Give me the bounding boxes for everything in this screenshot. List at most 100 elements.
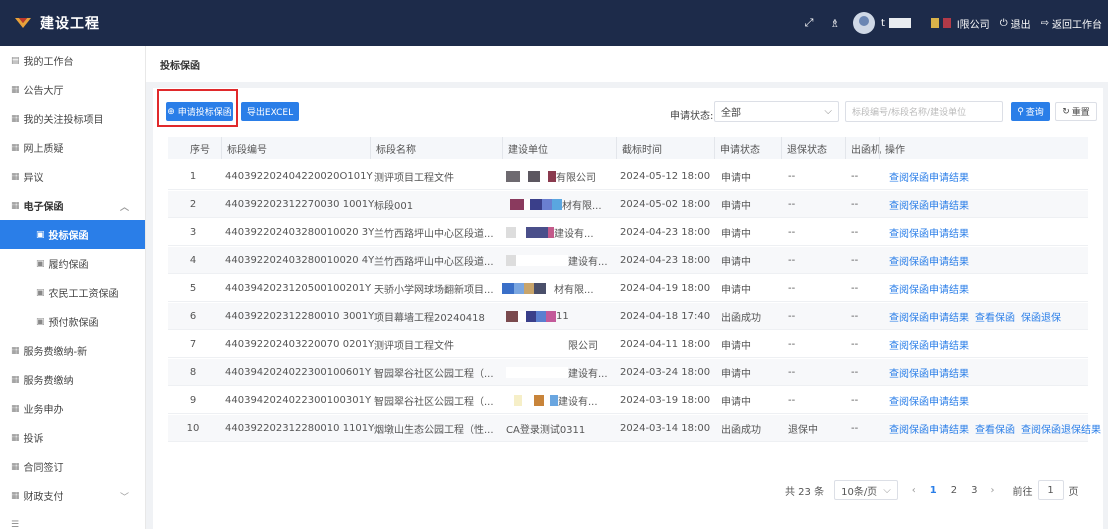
goto-page-input[interactable]: 1 xyxy=(1037,480,1064,500)
sidebar: ▤ 我的工作台 ▦ 公告大厅 ▦ 我的关注投标项目 ▦ 网上质疑 ▦ 异议 ▦ 电子保函 ︿ … xyxy=(0,46,146,529)
reset-button[interactable]: ↻ 重置 xyxy=(1055,102,1097,121)
refresh-icon: ↻ xyxy=(1062,106,1070,117)
masked-unit: 建设有... xyxy=(514,387,598,414)
status-filter-label: 申请状态: xyxy=(670,111,714,122)
table-row: 3 440392202403280010020 3Y 兰竹西路坪山中心区段道..… xyxy=(168,219,1088,246)
table-row: 7 440392202403220070 0201Y 测评项目工程文件 限公司 … xyxy=(168,331,1088,358)
sidebar-item-service-fee-new[interactable]: ▦ 服务费缴纳-新 xyxy=(0,336,145,365)
document-icon: ▣ xyxy=(36,287,45,298)
chevron-down-icon: ﹀ xyxy=(119,493,129,503)
grid-icon: ▦ xyxy=(11,374,20,385)
masked-unit: 限公司 xyxy=(506,331,598,358)
sidebar-item-wage-guarantee[interactable]: ▣ 农民工工资保函 xyxy=(0,278,145,307)
sidebar-item-performance-guarantee[interactable]: ▣ 履约保函 xyxy=(0,249,145,278)
table-row: 4 440392202403280010020 4Y 兰竹西路坪山中心区段道..… xyxy=(168,247,1088,274)
page-size-select[interactable]: 10条/页 ⌵ xyxy=(834,480,898,500)
redacted-block xyxy=(506,227,516,238)
plus-circle-icon: ⊕ xyxy=(167,106,175,117)
header-code: 标段编号 xyxy=(221,137,267,159)
redacted-block xyxy=(552,199,562,210)
chevron-up-icon: ︿ xyxy=(119,203,129,213)
view-result-link[interactable]: 查阅保函申请结果 xyxy=(889,225,969,240)
page-2[interactable]: 2 xyxy=(951,485,957,496)
grid-icon: ▦ xyxy=(11,403,20,414)
status-select[interactable]: 全部 ⌵ xyxy=(714,101,839,122)
sidebar-item-online-query[interactable]: ▦ 网上质疑 xyxy=(0,133,145,162)
header-name: 标段名称 xyxy=(370,137,416,159)
export-excel-button[interactable]: 导出EXCEL xyxy=(241,102,299,121)
redacted-block xyxy=(534,283,546,294)
redacted-block xyxy=(518,311,526,322)
grid-icon: ▦ xyxy=(11,113,20,124)
view-result-link[interactable]: 查阅保函申请结果 xyxy=(889,309,969,324)
refund-guarantee-link[interactable]: 保函退保 xyxy=(1021,309,1061,324)
view-guarantee-link[interactable]: 查看保函 xyxy=(975,421,1015,436)
sidebar-item-service-fee[interactable]: ▦ 服务费缴纳 xyxy=(0,365,145,394)
grid-icon: ▦ xyxy=(11,345,20,356)
sidebar-item-payment[interactable]: ▦ 财政支付 ﹀ xyxy=(0,481,145,510)
sidebar-item-followed-projects[interactable]: ▦ 我的关注投标项目 xyxy=(0,104,145,133)
view-result-link[interactable]: 查阅保函申请结果 xyxy=(889,421,969,436)
redacted-block xyxy=(506,255,516,266)
view-result-link[interactable]: 查阅保函申请结果 xyxy=(889,281,969,296)
sidebar-item-contract[interactable]: ▦ 合同签订 xyxy=(0,452,145,481)
view-guarantee-link[interactable]: 查看保函 xyxy=(975,309,1015,324)
page-3[interactable]: 3 xyxy=(971,485,977,496)
view-result-link[interactable]: 查阅保函申请结果 xyxy=(889,365,969,380)
redacted-block xyxy=(942,18,951,28)
table-row: 2 440392202312270030 1001Y 标段001 材有限... … xyxy=(168,191,1088,218)
redacted-block xyxy=(522,395,534,406)
view-result-link[interactable]: 查阅保函申请结果 xyxy=(889,393,969,408)
grid-icon: ▦ xyxy=(11,84,20,95)
logout-button[interactable]: ⏻ 退出 xyxy=(1000,16,1031,31)
table-row: 8 4403942024022300100601Y 智园翠谷社区公园工程（...… xyxy=(168,359,1088,386)
view-result-link[interactable]: 查阅保函申请结果 xyxy=(889,197,969,212)
redacted-block xyxy=(546,283,554,294)
search-input[interactable]: 标段编号/标段名称/建设单位 xyxy=(845,101,1003,122)
redacted-block xyxy=(506,367,568,378)
collapse-icon: ☰ xyxy=(11,519,20,529)
menu-icon: ▤ xyxy=(11,55,20,66)
redacted-block xyxy=(548,171,556,182)
sidebar-item-complaint[interactable]: ▦ 投诉 xyxy=(0,423,145,452)
return-workbench-button[interactable]: ⇨ 返回工作台 xyxy=(1041,16,1102,31)
notification-icon[interactable]: ♗ xyxy=(827,15,843,31)
masked-unit: 建设有... xyxy=(506,219,594,246)
header-apply-status: 申请状态 xyxy=(714,137,760,159)
page-title: 投标保函 xyxy=(160,60,200,72)
sidebar-item-announcement[interactable]: ▦ 公告大厅 xyxy=(0,75,145,104)
next-page-icon[interactable]: › xyxy=(991,485,995,496)
view-result-link[interactable]: 查阅保函申请结果 xyxy=(889,337,969,352)
search-icon: ⚲ xyxy=(1017,106,1024,117)
grid-icon: ▦ xyxy=(11,171,20,182)
view-result-link[interactable]: 查阅保函申请结果 xyxy=(889,169,969,184)
document-icon: ▣ xyxy=(36,258,45,269)
redacted-block xyxy=(534,395,544,406)
redacted-block xyxy=(888,18,911,28)
sidebar-item-workbench[interactable]: ▤ 我的工作台 xyxy=(0,46,145,75)
avatar[interactable] xyxy=(852,12,875,34)
page-1[interactable]: 1 xyxy=(930,485,937,496)
logout-label: 退出 xyxy=(1010,19,1031,31)
redacted-block xyxy=(510,199,524,210)
power-icon: ⏻ xyxy=(999,17,1008,29)
fullscreen-icon[interactable]: ⤢ xyxy=(801,15,817,31)
redacted-block xyxy=(530,199,542,210)
table-header: 序号 标段编号 标段名称 建设单位 截标时间 申请状态 退保状态 出函机 操作 xyxy=(168,137,1088,159)
view-refund-result-link[interactable]: 查阅保函退保结果 xyxy=(1021,421,1101,436)
sidebar-item-advance-guarantee[interactable]: ▣ 预付款保函 xyxy=(0,307,145,336)
sidebar-item-business[interactable]: ▦ 业务申办 xyxy=(0,394,145,423)
sidebar-item-objection[interactable]: ▦ 异议 xyxy=(0,162,145,191)
return-label: 返回工作台 xyxy=(1052,19,1102,31)
logo-icon xyxy=(15,18,31,28)
breadcrumb: 投标保函 xyxy=(146,46,1108,82)
apply-guarantee-button[interactable]: ⊕ 申请投标保函 xyxy=(166,102,233,121)
document-icon: ▣ xyxy=(36,316,45,327)
sidebar-item-bid-guarantee[interactable]: ▣ 投标保函 xyxy=(0,220,145,249)
collapse-menu-toggle[interactable]: ☰ xyxy=(0,510,145,529)
query-button[interactable]: ⚲ 查询 xyxy=(1011,102,1050,121)
prev-page-icon[interactable]: ‹ xyxy=(912,485,916,496)
redacted-block xyxy=(542,199,552,210)
view-result-link[interactable]: 查阅保函申请结果 xyxy=(889,253,969,268)
sidebar-item-e-guarantee[interactable]: ▦ 电子保函 ︿ xyxy=(0,191,145,220)
